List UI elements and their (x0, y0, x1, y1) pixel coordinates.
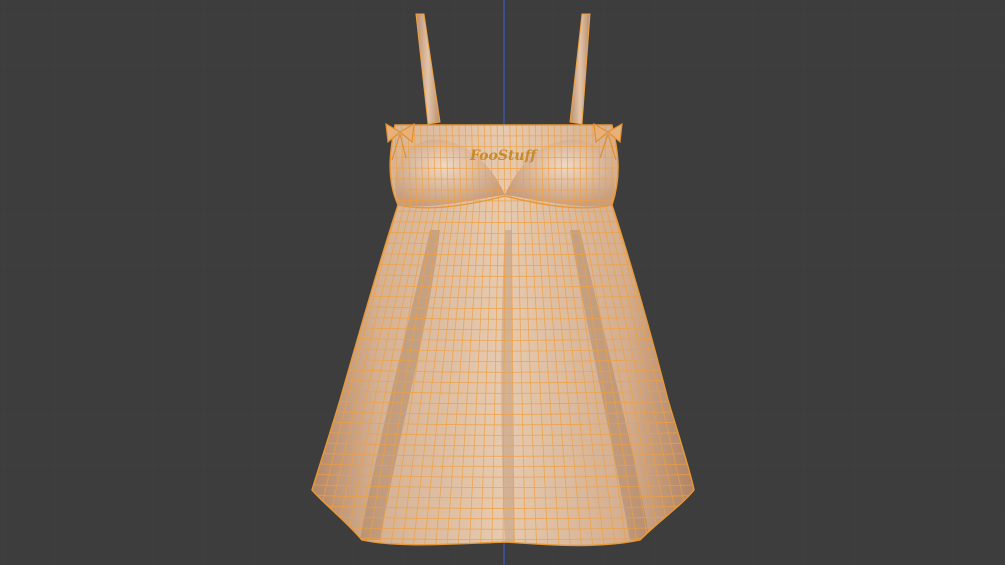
left-strap (415, 13, 441, 125)
brand-logo-text: FooStuff (469, 148, 539, 164)
dress-model[interactable]: FooStuff (0, 0, 1005, 565)
3d-viewport[interactable]: FooStuff (0, 0, 1005, 565)
mesh-edge-loop (300, 548, 710, 550)
right-strap (569, 13, 591, 125)
